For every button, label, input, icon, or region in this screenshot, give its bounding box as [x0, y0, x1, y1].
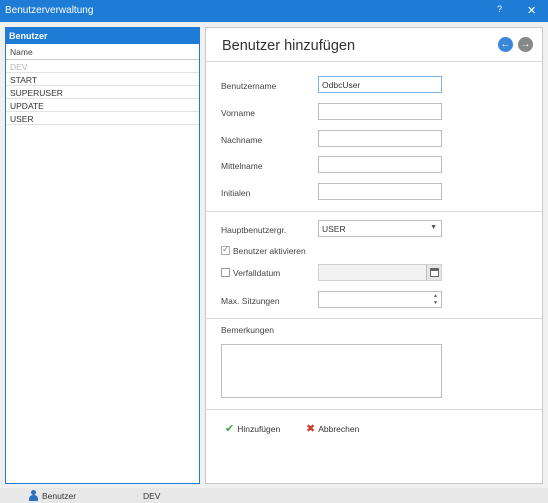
remarks-textarea[interactable]	[221, 344, 442, 398]
username-field[interactable]: OdbcUser	[318, 76, 442, 93]
lastname-field[interactable]	[318, 130, 442, 147]
middlename-label: Mittelname	[221, 161, 263, 171]
expiry-date-field[interactable]	[318, 264, 442, 281]
expiry-label: Verfalldatum	[233, 268, 281, 278]
back-arrow-icon[interactable]: ←	[498, 37, 513, 52]
add-button[interactable]: ✔ Hinzufügen	[225, 422, 280, 435]
group-select[interactable]: USER ▼	[318, 220, 442, 237]
divider	[206, 211, 542, 212]
form-title: Benutzer hinzufügen	[222, 38, 356, 54]
user-icon	[28, 490, 39, 501]
initials-label: Initialen	[221, 188, 251, 198]
status-bar: Benutzer DEV	[0, 488, 548, 503]
close-button[interactable]: ✕	[527, 4, 536, 17]
checkmark-icon: ✔	[225, 423, 235, 435]
activate-label: Benutzer aktivieren	[233, 246, 306, 256]
help-button[interactable]: ?	[497, 4, 502, 14]
remarks-label: Bemerkungen	[221, 325, 274, 335]
cancel-button-label: Abbrechen	[318, 424, 360, 434]
stepper-up-icon[interactable]: ▲	[433, 293, 438, 299]
name-column-header[interactable]: Name	[6, 44, 199, 60]
sessions-label: Max. Sitzungen	[221, 296, 280, 306]
checkbox-icon	[221, 268, 230, 277]
activate-checkbox[interactable]: Benutzer aktivieren	[221, 244, 306, 256]
title-bar: Benutzerverwaltung ? ✕	[0, 0, 548, 22]
user-list-item-superuser[interactable]: SUPERUSER	[6, 86, 199, 99]
initials-field[interactable]	[318, 183, 442, 200]
forward-arrow-icon[interactable]: →	[518, 37, 533, 52]
lastname-label: Nachname	[221, 135, 263, 145]
group-select-value: USER	[322, 224, 346, 234]
user-form-panel: Benutzer hinzufügen ← → Benutzername Odb…	[205, 27, 543, 484]
divider	[206, 61, 542, 62]
add-button-label: Hinzufügen	[237, 424, 281, 434]
group-label: Hauptbenutzergr.	[221, 225, 287, 235]
status-user: Benutzer	[42, 491, 77, 501]
firstname-field[interactable]	[318, 103, 442, 120]
user-list-header: Benutzer	[6, 28, 199, 44]
divider	[206, 318, 542, 319]
firstname-label: Vorname	[221, 108, 256, 118]
user-list-item-start[interactable]: START	[6, 73, 199, 86]
cancel-button[interactable]: ✖ Abbrechen	[306, 422, 359, 435]
cross-icon: ✖	[306, 423, 316, 435]
user-list-item-update[interactable]: UPDATE	[6, 99, 199, 112]
calendar-button[interactable]	[426, 265, 441, 280]
chevron-down-icon: ▼	[430, 224, 437, 231]
user-list-item-user[interactable]: USER	[6, 112, 199, 125]
calendar-icon	[430, 268, 439, 277]
sessions-stepper[interactable]: ▲ ▼	[318, 291, 442, 308]
status-database: DEV	[143, 491, 161, 501]
user-list-item-dev[interactable]: DEV	[6, 60, 199, 73]
stepper-down-icon[interactable]: ▼	[433, 300, 438, 306]
user-list-panel: Benutzer Name DEV START SUPERUSER UPDATE…	[5, 27, 200, 484]
expiry-checkbox[interactable]: Verfalldatum	[221, 268, 280, 278]
divider	[206, 409, 542, 410]
username-label: Benutzername	[221, 81, 277, 91]
checkbox-checked-icon	[221, 244, 230, 255]
window-title: Benutzerverwaltung	[5, 5, 94, 16]
middlename-field[interactable]	[318, 156, 442, 173]
